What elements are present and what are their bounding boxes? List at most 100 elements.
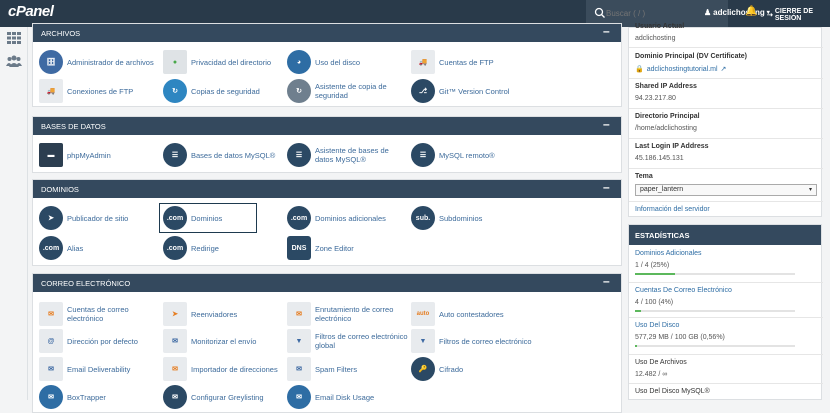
panel-bases-de-datos: BASES DE DATOS – ▬ phpMyAdmin ☰ Bases de… xyxy=(32,116,622,173)
divider xyxy=(629,201,823,202)
item-remote-mysql[interactable]: ☰ MySQL remoto® xyxy=(411,143,533,167)
users-icon[interactable] xyxy=(6,54,22,68)
panel-title: ARCHIVOS xyxy=(41,29,81,38)
remote-mysql-icon: ☰ xyxy=(411,143,435,167)
panel-header[interactable]: BASES DE DATOS – xyxy=(33,117,621,135)
item-domains[interactable]: .com Dominios xyxy=(163,206,285,230)
track-delivery-icon: ✉ xyxy=(163,329,187,353)
domain-label: Dominio Principal (DV Certificate) xyxy=(635,53,748,60)
item-greylisting[interactable]: ✉ Configurar Greylisting xyxy=(163,385,285,409)
panel-header[interactable]: DOMINIOS – xyxy=(33,180,621,198)
search-icon[interactable] xyxy=(594,6,606,20)
user-value: adclichosting xyxy=(635,35,676,42)
stat-value: 12.482 / ∞ xyxy=(635,371,668,378)
divider xyxy=(629,47,823,48)
backup-icon: ↻ xyxy=(163,79,187,103)
stat-label[interactable]: Dominios Adicionales xyxy=(635,250,817,257)
domain-row[interactable]: 🔒 adclichostingtutorial.ml ↗ xyxy=(635,65,727,74)
search-input[interactable] xyxy=(606,5,716,21)
grid-icon[interactable] xyxy=(6,31,22,45)
addon-domains-icon: .com xyxy=(287,206,311,230)
item-backup-wizard[interactable]: ↻ Asistente de copia de seguridad xyxy=(287,79,409,103)
greylisting-icon: ✉ xyxy=(163,385,187,409)
progress-fill xyxy=(635,345,637,347)
logout-icon: ⇢ xyxy=(767,12,773,19)
last-ip-label: Last Login IP Address xyxy=(635,143,709,150)
domains-icon: .com xyxy=(163,206,187,230)
item-spam-filters[interactable]: ✉ Spam Filters xyxy=(287,357,409,381)
item-redirects[interactable]: .com Redirige xyxy=(163,236,285,260)
item-track-delivery[interactable]: ✉ Monitorizar el envío xyxy=(163,329,285,353)
item-default-address[interactable]: @ Dirección por defecto xyxy=(39,329,161,353)
last-ip-value: 45.186.145.131 xyxy=(635,155,684,162)
divider xyxy=(629,317,823,318)
zone-editor-icon: DNS xyxy=(287,236,311,260)
item-email-routing[interactable]: ✉ Enrutamiento de correo electrónico xyxy=(287,302,409,326)
item-ftp-connections[interactable]: 🚚 Conexiones de FTP xyxy=(39,79,161,103)
divider xyxy=(629,78,823,79)
stat-label[interactable]: Uso Del Disco xyxy=(635,322,817,329)
item-site-publisher[interactable]: ➤ Publicador de sitio xyxy=(39,206,161,230)
item-address-importer[interactable]: ✉ Importador de direcciones xyxy=(163,357,285,381)
domain-link[interactable]: adclichostingtutorial.ml xyxy=(647,66,718,73)
item-git[interactable]: ⎇ Git™ Version Control xyxy=(411,79,533,103)
stat-label[interactable]: Uso Del Disco MySQL® xyxy=(635,388,817,395)
item-ftp-accounts[interactable]: 🚚 Cuentas de FTP xyxy=(411,50,533,74)
bell-icon[interactable]: 🔔 xyxy=(745,6,757,17)
theme-select[interactable]: paper_lantern ▾ xyxy=(635,184,817,196)
file-manager-icon: 🗄 xyxy=(39,50,63,74)
forwarders-icon: ➤ xyxy=(163,302,187,326)
git-icon: ⎇ xyxy=(411,79,435,103)
collapse-icon[interactable]: – xyxy=(603,275,612,287)
progress-bar xyxy=(635,310,795,312)
subdomains-icon: sub. xyxy=(411,206,435,230)
item-phpmyadmin[interactable]: ▬ phpMyAdmin xyxy=(39,143,161,167)
server-info-link[interactable]: Información del servidor xyxy=(635,206,710,213)
collapse-icon[interactable]: – xyxy=(603,25,612,37)
cpanel-logo[interactable]: cPanel xyxy=(8,3,54,20)
stats-box: ESTADÍSTICAS Dominios Adicionales 1 / 4 … xyxy=(628,224,823,400)
stat-label[interactable]: Uso De Archivos xyxy=(635,359,817,366)
panel-header[interactable]: CORREO ELECTRÓNICO – xyxy=(33,274,621,292)
aliases-icon: .com xyxy=(39,236,63,260)
item-addon-domains[interactable]: .com Dominios adicionales xyxy=(287,206,409,230)
item-email-filters[interactable]: ▼ Filtros de correo electrónico xyxy=(411,329,533,353)
external-link-icon: ↗ xyxy=(720,66,727,73)
site-publisher-icon: ➤ xyxy=(39,206,63,230)
item-disk-usage[interactable]: ◕ Uso del disco xyxy=(287,50,409,74)
panel-title: CORREO ELECTRÓNICO xyxy=(41,279,131,288)
item-zone-editor[interactable]: DNS Zone Editor xyxy=(287,236,409,260)
item-global-filters[interactable]: ▼ Filtros de correo electrónico global xyxy=(287,329,409,353)
item-file-manager[interactable]: 🗄 Administrador de archivos xyxy=(39,50,161,74)
shared-ip-label: Shared IP Address xyxy=(635,83,697,90)
item-email-accounts[interactable]: ✉ Cuentas de correo electrónico xyxy=(39,302,161,326)
email-deliverability-icon: ✉ xyxy=(39,357,63,381)
collapse-icon[interactable]: – xyxy=(603,181,612,193)
stat-value: 1 / 4 (25%) xyxy=(635,262,670,269)
item-backup[interactable]: ↻ Copias de seguridad xyxy=(163,79,285,103)
shared-ip-value: 94.23.217.80 xyxy=(635,95,676,102)
panel-header[interactable]: ARCHIVOS – xyxy=(33,24,621,42)
user-menu[interactable]: ♟ adclichosting ▾ xyxy=(704,8,770,17)
item-aliases[interactable]: .com Alias xyxy=(39,236,161,260)
panel-title: DOMINIOS xyxy=(41,185,79,194)
disk-usage-icon: ◕ xyxy=(287,50,311,74)
default-address-icon: @ xyxy=(39,329,63,353)
stat-label[interactable]: Cuentas De Correo Electrónico xyxy=(635,287,817,294)
item-directory-privacy[interactable]: ● Privacidad del directorio xyxy=(163,50,285,74)
item-forwarders[interactable]: ➤ Reenviadores xyxy=(163,302,285,326)
mysql-databases-icon: ☰ xyxy=(163,143,187,167)
mysql-wizard-icon: ☰ xyxy=(287,143,311,167)
item-mysql-databases[interactable]: ☰ Bases de datos MySQL® xyxy=(163,143,285,167)
panel-correo: CORREO ELECTRÓNICO – ✉ Cuentas de correo… xyxy=(32,273,622,413)
item-email-deliverability[interactable]: ✉ Email Deliverability xyxy=(39,357,161,381)
item-mysql-wizard[interactable]: ☰ Asistente de bases de datos MySQL® xyxy=(287,143,409,167)
item-autoresponders[interactable]: auto Auto contestadores xyxy=(411,302,533,326)
item-boxtrapper[interactable]: ✉ BoxTrapper xyxy=(39,385,161,409)
item-subdomains[interactable]: sub. Subdominios xyxy=(411,206,533,230)
item-email-disk-usage[interactable]: ✉ Email Disk Usage xyxy=(287,385,409,409)
item-encryption[interactable]: 🔑 Cifrado xyxy=(411,357,533,381)
collapse-icon[interactable]: – xyxy=(603,118,612,130)
redirects-icon: .com xyxy=(163,236,187,260)
logout-button[interactable]: ⇢ CIERRE DE SESIÓN xyxy=(767,8,830,22)
